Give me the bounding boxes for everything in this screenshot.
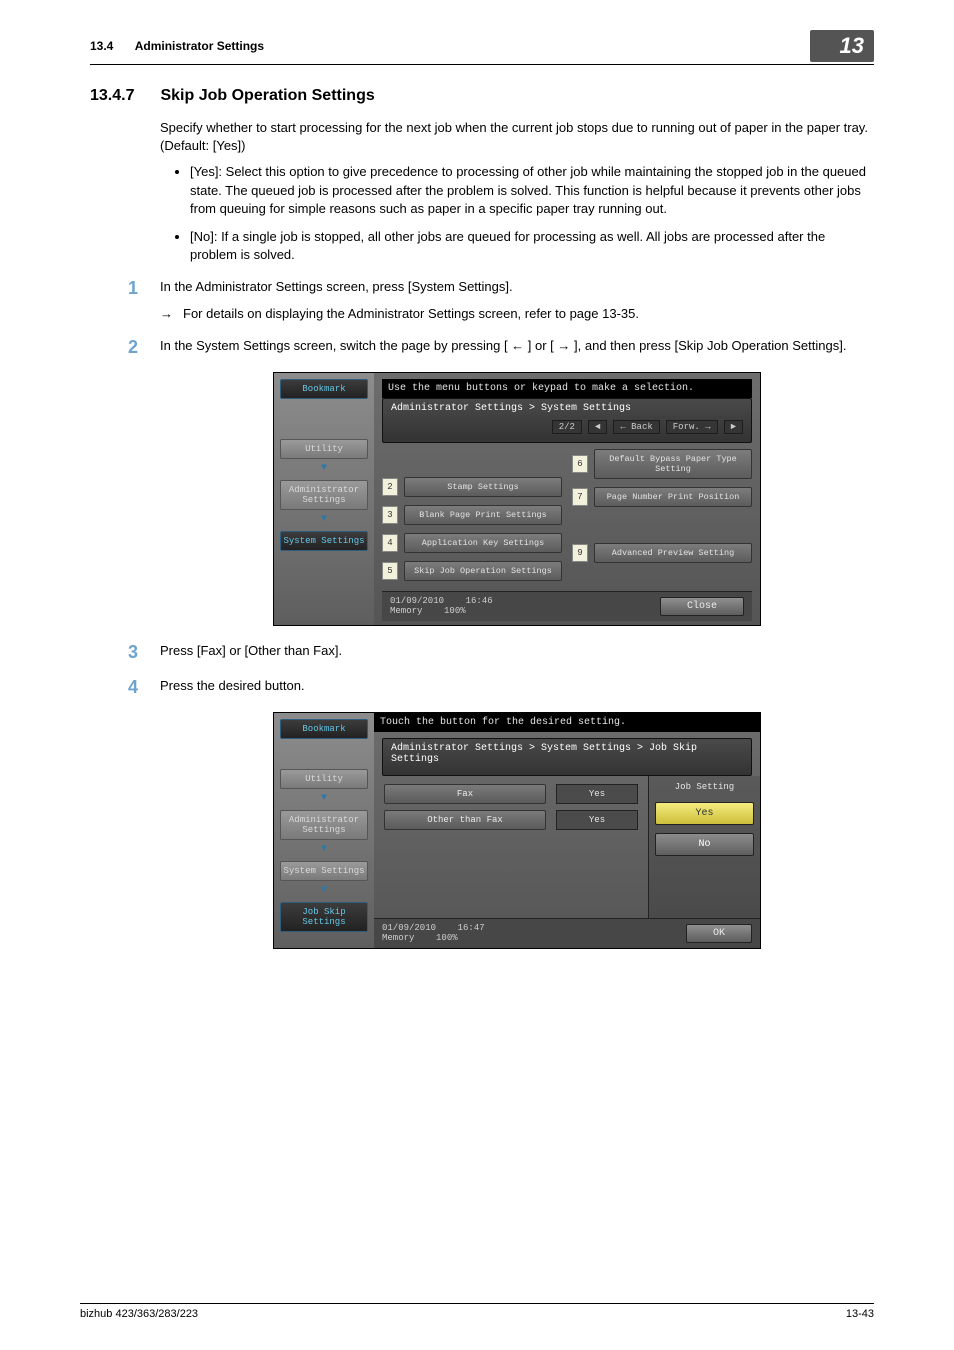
job-setting-label: Job Setting — [655, 782, 754, 792]
sidebar-item-admin[interactable]: Administrator Settings — [280, 480, 368, 510]
chevron-down-icon: ▼ — [280, 793, 368, 804]
menu-skip-job-operation[interactable]: Skip Job Operation Settings — [404, 561, 562, 581]
chevron-down-icon: ▼ — [280, 463, 368, 474]
sidebar-item-utility[interactable]: Utility — [280, 769, 368, 789]
page-footer: bizhub 423/363/283/223 13-43 — [80, 1303, 874, 1320]
subsection-heading: 13.4.7 Skip Job Operation Settings — [90, 87, 874, 105]
menu-number: 3 — [382, 506, 398, 524]
chevron-down-icon: ▼ — [280, 514, 368, 525]
sidebar-item-system[interactable]: System Settings — [280, 861, 368, 881]
pager-next-button[interactable]: ► — [724, 420, 743, 434]
chevron-down-icon: ▼ — [280, 844, 368, 855]
screenshot-panel-2: Bookmark Utility ▼ Administrator Setting… — [273, 712, 761, 949]
step: 1 In the Administrator Settings screen, … — [160, 278, 874, 322]
step-text: In the System Settings screen, switch th… — [160, 337, 874, 355]
close-button[interactable]: Close — [660, 597, 744, 616]
step: 2 In the System Settings screen, switch … — [160, 337, 874, 358]
yes-button[interactable]: Yes — [655, 802, 754, 825]
step-number: 2 — [118, 337, 138, 358]
menu-number: 6 — [572, 455, 588, 473]
step-text: Press [Fax] or [Other than Fax]. — [160, 642, 874, 660]
menu-blank-page-print[interactable]: Blank Page Print Settings — [404, 505, 562, 525]
sidebar-item-utility[interactable]: Utility — [280, 439, 368, 459]
screenshot-panel-1: Bookmark Utility ▼ Administrator Setting… — [273, 372, 761, 627]
breadcrumb: Administrator Settings > System Settings… — [391, 743, 743, 765]
bullet-item: [No]: If a single job is stopped, all ot… — [190, 228, 874, 264]
intro-paragraph: Specify whether to start processing for … — [160, 119, 874, 155]
step-number: 1 — [118, 278, 138, 299]
menu-number: 4 — [382, 534, 398, 552]
date-label: 01/09/2010 — [390, 596, 444, 606]
page-header: 13.4 Administrator Settings 13 — [90, 30, 874, 65]
menu-number: 7 — [572, 488, 588, 506]
step: 4 Press the desired button. — [160, 677, 874, 698]
time-label: 16:47 — [458, 923, 485, 933]
sidebar-item-job-skip[interactable]: Job Skip Settings — [280, 902, 368, 932]
memory-label: Memory — [390, 606, 422, 616]
menu-number: 9 — [572, 544, 588, 562]
memory-label: Memory — [382, 933, 414, 943]
sidebar-item-system[interactable]: System Settings — [280, 531, 368, 551]
back-button[interactable]: ← Back — [613, 420, 659, 434]
chapter-badge: 13 — [810, 30, 874, 62]
section-number: 13.4 — [90, 39, 113, 53]
bookmark-button[interactable]: Bookmark — [280, 719, 368, 739]
bullet-list: [Yes]: Select this option to give preced… — [190, 163, 874, 264]
ok-button[interactable]: OK — [686, 924, 752, 943]
menu-number: 5 — [382, 562, 398, 580]
breadcrumb: Administrator Settings > System Settings — [391, 403, 743, 414]
time-label: 16:46 — [466, 596, 493, 606]
page-indicator: 2/2 — [552, 420, 582, 434]
memory-value: 100% — [444, 606, 466, 616]
fax-button[interactable]: Fax — [384, 784, 546, 804]
step: 3 Press [Fax] or [Other than Fax]. — [160, 642, 874, 663]
panel-instruction: Touch the button for the desired setting… — [374, 713, 760, 732]
sidebar-item-admin[interactable]: Administrator Settings — [280, 810, 368, 840]
subsection-title: Skip Job Operation Settings — [160, 87, 374, 105]
pager-prev-button[interactable]: ◄ — [588, 420, 607, 434]
other-than-fax-button[interactable]: Other than Fax — [384, 810, 546, 830]
step-number: 4 — [118, 677, 138, 698]
memory-value: 100% — [436, 933, 458, 943]
bookmark-button[interactable]: Bookmark — [280, 379, 368, 399]
arrow-icon: → — [160, 305, 173, 323]
fax-value: Yes — [556, 784, 638, 804]
substep-text: For details on displaying the Administra… — [183, 305, 639, 323]
footer-model: bizhub 423/363/283/223 — [80, 1308, 198, 1320]
menu-number: 2 — [382, 478, 398, 496]
footer-page: 13-43 — [846, 1308, 874, 1320]
step-text: In the Administrator Settings screen, pr… — [160, 279, 513, 294]
panel-instruction: Use the menu buttons or keypad to make a… — [382, 379, 752, 398]
other-than-fax-value: Yes — [556, 810, 638, 830]
date-label: 01/09/2010 — [382, 923, 436, 933]
no-button[interactable]: No — [655, 833, 754, 856]
subsection-number: 13.4.7 — [90, 87, 134, 105]
bullet-item: [Yes]: Select this option to give preced… — [190, 163, 874, 218]
step-substep: → For details on displaying the Administ… — [160, 305, 874, 323]
step-text: Press the desired button. — [160, 677, 874, 695]
menu-advanced-preview[interactable]: Advanced Preview Setting — [594, 543, 752, 563]
menu-default-bypass[interactable]: Default Bypass Paper Type Setting — [594, 449, 752, 479]
step-number: 3 — [118, 642, 138, 663]
forward-button[interactable]: Forw. → — [666, 420, 718, 434]
chevron-down-icon: ▼ — [280, 885, 368, 896]
menu-page-number-print[interactable]: Page Number Print Position — [594, 487, 752, 507]
menu-application-key[interactable]: Application Key Settings — [404, 533, 562, 553]
section-title: Administrator Settings — [135, 39, 264, 53]
menu-stamp-settings[interactable]: Stamp Settings — [404, 477, 562, 497]
